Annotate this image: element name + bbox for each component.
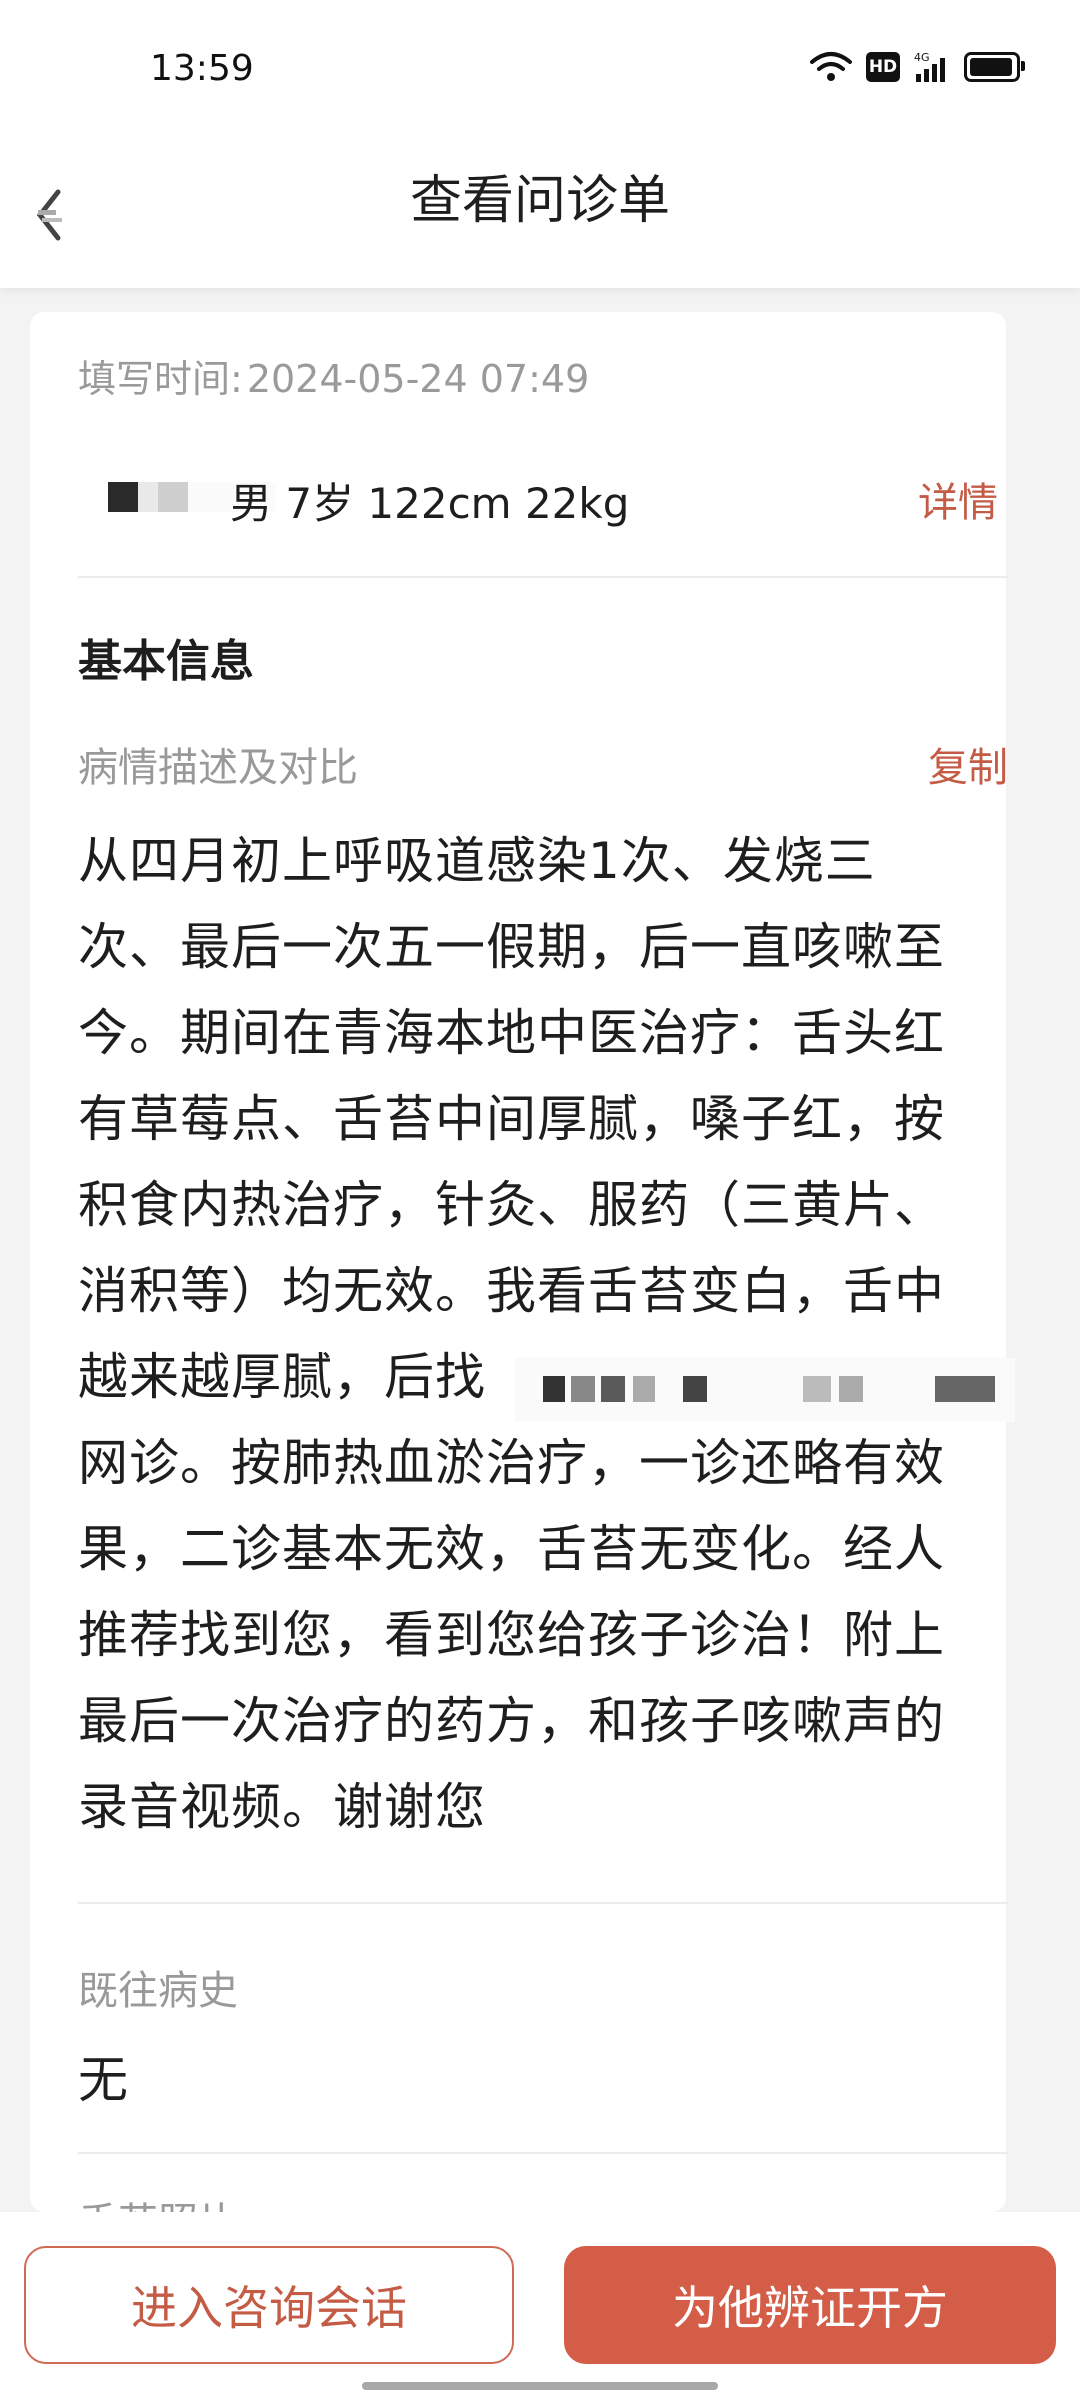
description-line: 网诊。按肺热血淤治疗，一诊还略有效	[78, 1434, 945, 1492]
description-text: 从四月初上呼吸道感染1次、发烧三 次、最后一次五一假期，后一直咳嗽至 今。期间在…	[78, 818, 1010, 1850]
page-title: 查看问诊单	[409, 171, 670, 231]
description-line: 今。期间在青海本地中医治疗：舌头红	[78, 1004, 945, 1062]
fill-time-value: 2024-05-24 07:49	[246, 357, 590, 401]
description-line: 次、最后一次五一假期，后一直咳嗽至	[78, 918, 945, 976]
divider	[78, 2152, 1008, 2154]
section-title-basic-info: 基本信息	[78, 636, 254, 687]
battery-icon	[964, 52, 1025, 82]
enter-consultation-button[interactable]: 进入咨询会话	[24, 2246, 514, 2364]
home-indicator[interactable]	[362, 2382, 718, 2390]
status-icons: HD 4G	[810, 50, 1025, 84]
prescribe-button[interactable]: 为他辨证开方	[564, 2246, 1056, 2364]
tongue-photo-label: 舌苔照片	[78, 2190, 238, 2212]
wifi-icon	[810, 52, 852, 81]
description-line: 推荐找到您，看到您给孩子诊治！附上	[78, 1606, 945, 1664]
description-line: 录音视频。谢谢您	[78, 1778, 486, 1836]
description-label: 病情描述及对比	[78, 745, 358, 791]
copy-button[interactable]: 复制	[928, 735, 1008, 793]
fill-time: 填写时间: 2024-05-24 07:49	[78, 348, 589, 403]
patient-info: 男 7岁 122cm 22kg	[230, 479, 630, 528]
status-time: 13:59	[150, 48, 254, 89]
description-line: 积食内热治疗，针灸、服药（三黄片、	[78, 1176, 945, 1234]
description-line: 有草莓点、舌苔中间厚腻，嗓子红，按	[78, 1090, 945, 1148]
signal-icon: 4G	[914, 51, 945, 82]
description-line: 果，二诊基本无效，舌苔无变化。经人	[78, 1520, 945, 1578]
description-line: 消积等）均无效。我看舌苔变白，舌中	[78, 1262, 945, 1320]
divider	[78, 576, 1008, 578]
description-line: 最后一次治疗的药方，和孩子咳嗽声的	[78, 1692, 945, 1750]
description-line: 从四月初上呼吸道感染1次、发烧三	[78, 832, 876, 890]
divider	[78, 1902, 1008, 1904]
history-label: 既往病史	[78, 1968, 238, 2014]
detail-link[interactable]: 详情	[918, 470, 998, 528]
svg-text:4G: 4G	[914, 51, 930, 64]
history-value: 无	[78, 2051, 128, 2109]
patient-row: 男 7岁 122cm 22kg 详情	[78, 470, 1008, 550]
fill-time-label: 填写时间:	[78, 357, 243, 401]
hd-icon: HD	[866, 52, 900, 82]
redacted-text	[515, 1358, 1015, 1422]
